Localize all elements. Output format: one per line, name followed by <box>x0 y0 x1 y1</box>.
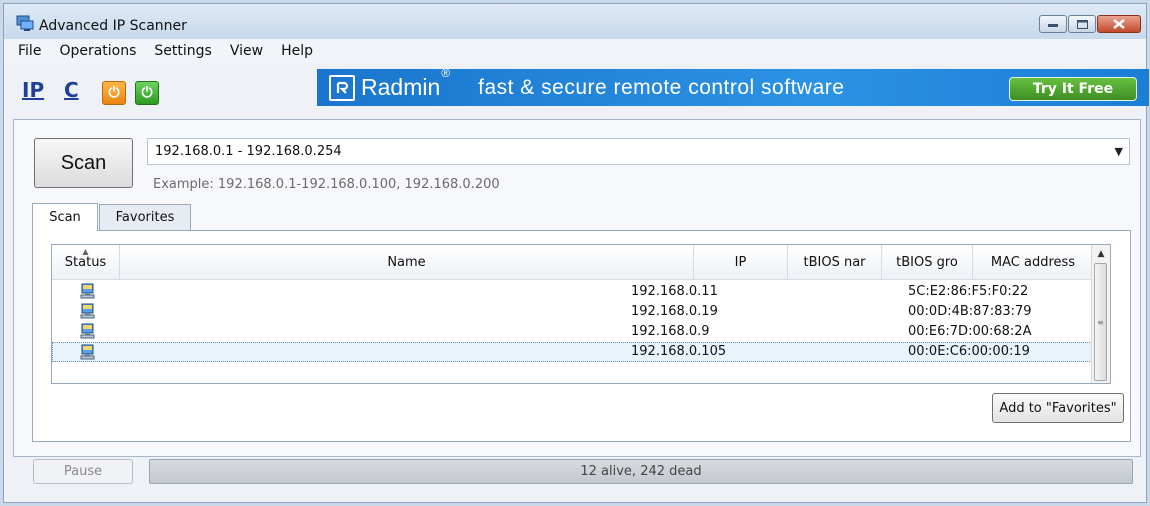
col-name[interactable]: Name <box>120 245 694 279</box>
menu-settings[interactable]: Settings <box>145 43 220 59</box>
power-icon: ⏻ <box>108 85 120 101</box>
menu-operations[interactable]: Operations <box>50 43 145 59</box>
c-tool-button[interactable]: C <box>64 78 79 102</box>
scan-panel: Scan 192.168.0.1 - 192.168.0.254 ▼ Examp… <box>13 119 1141 457</box>
row-ip: 192.168.0.9 <box>631 324 710 339</box>
radmin-logo-icon <box>329 74 355 101</box>
row-ip: 192.168.0.19 <box>631 304 718 319</box>
row-mac: 00:0E:C6:00:00:19 <box>908 344 1030 359</box>
power-on-button[interactable]: ⏻ <box>135 81 159 105</box>
app-window: Advanced IP Scanner File Operations Sett… <box>3 3 1149 503</box>
dropdown-arrow-icon[interactable]: ▼ <box>1115 145 1123 158</box>
menu-file[interactable]: File <box>9 43 50 59</box>
row-ip: 192.168.0.11 <box>631 284 718 299</box>
scroll-up-icon[interactable]: ▲ <box>1092 245 1110 263</box>
range-example-hint: Example: 192.168.0.1-192.168.0.100, 192.… <box>153 177 500 192</box>
computer-icon <box>80 303 95 319</box>
row-mac: 5C:E2:86:F5:F0:22 <box>908 284 1029 299</box>
results-table[interactable]: ▲ Status Name IP tBIOS nar tBIOS gro MAC… <box>51 244 1111 384</box>
banner-brand: Radmin® <box>361 66 451 100</box>
menu-view[interactable]: View <box>221 43 272 59</box>
radmin-banner[interactable]: Radmin® fast & secure remote control sof… <box>317 66 1149 106</box>
table-row[interactable]: 192.168.0.9 00:E6:7D:00:68:2A <box>52 322 1094 342</box>
computer-icon <box>80 344 95 360</box>
row-ip: 192.168.0.105 <box>631 344 727 359</box>
computer-icon <box>80 283 95 299</box>
tab-scan[interactable]: Scan <box>32 203 98 231</box>
tab-favorites[interactable]: Favorites <box>99 204 191 230</box>
close-icon <box>1113 19 1125 29</box>
sort-ascending-icon: ▲ <box>82 247 89 256</box>
title-bar[interactable]: Advanced IP Scanner <box>4 4 1146 39</box>
col-netbios-group[interactable]: tBIOS gro <box>882 245 973 279</box>
close-button[interactable] <box>1097 15 1141 33</box>
table-row[interactable]: 192.168.0.19 00:0D:4B:87:83:79 <box>52 302 1094 322</box>
table-row-selected[interactable]: 192.168.0.105 00:0E:C6:00:00:19 <box>52 342 1094 362</box>
window-title: Advanced IP Scanner <box>39 18 187 34</box>
scrollbar-thumb[interactable]: ≡ <box>1094 263 1107 381</box>
row-mac: 00:0D:4B:87:83:79 <box>908 304 1032 319</box>
row-mac: 00:E6:7D:00:68:2A <box>908 324 1032 339</box>
scan-tab-content: ▲ Status Name IP tBIOS nar tBIOS gro MAC… <box>32 230 1131 442</box>
add-to-favorites-button[interactable]: Add to "Favorites" <box>992 393 1124 423</box>
computer-icon <box>80 323 95 339</box>
banner-slogan: fast & secure remote control software <box>478 75 845 99</box>
ip-tool-button[interactable]: IP <box>22 78 44 102</box>
table-row[interactable]: 192.168.0.11 5C:E2:86:F5:F0:22 <box>52 282 1094 302</box>
minimize-button[interactable] <box>1039 15 1067 33</box>
pause-button[interactable]: Pause <box>33 459 133 484</box>
vertical-scrollbar[interactable]: ▲ ≡ <box>1091 245 1110 383</box>
power-off-button[interactable]: ⏻ <box>102 81 126 105</box>
power-icon: ⏻ <box>141 85 153 101</box>
status-bar: 12 alive, 242 dead <box>149 459 1133 484</box>
menu-help[interactable]: Help <box>272 43 322 59</box>
menu-bar: File Operations Settings View Help <box>4 39 1146 63</box>
col-mac-address[interactable]: MAC address <box>973 245 1094 279</box>
col-status[interactable]: ▲ Status <box>52 245 120 279</box>
try-it-free-button[interactable]: Try It Free <box>1009 77 1137 101</box>
app-icon <box>16 15 34 31</box>
ip-range-value: 192.168.0.1 - 192.168.0.254 <box>155 144 342 159</box>
ip-range-combobox[interactable]: 192.168.0.1 - 192.168.0.254 ▼ <box>147 138 1130 165</box>
col-netbios-name[interactable]: tBIOS nar <box>788 245 882 279</box>
col-ip[interactable]: IP <box>694 245 788 279</box>
table-header: ▲ Status Name IP tBIOS nar tBIOS gro MAC… <box>52 245 1094 280</box>
maximize-button[interactable] <box>1068 15 1096 33</box>
scan-button[interactable]: Scan <box>34 138 133 188</box>
minimize-icon <box>1048 24 1058 27</box>
maximize-icon <box>1076 19 1088 29</box>
